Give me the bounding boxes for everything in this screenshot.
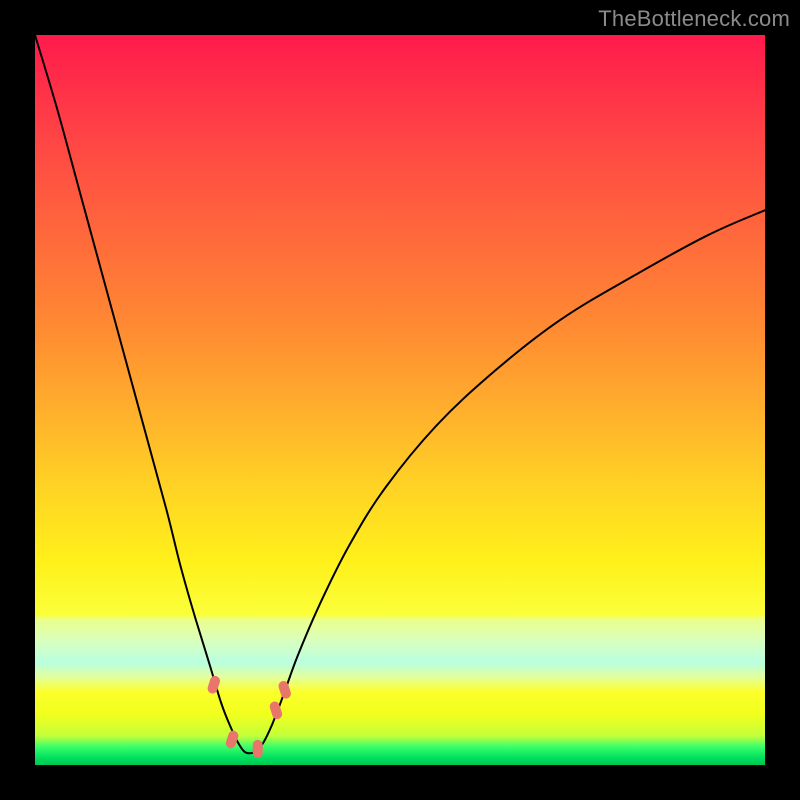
upper-right-marker (277, 680, 292, 700)
marker-group (206, 675, 292, 758)
plot-area (35, 35, 765, 765)
watermark-text: TheBottleneck.com (598, 6, 790, 32)
vertex-right-marker (253, 740, 263, 758)
left-slope-marker (206, 675, 221, 695)
curve-layer (35, 35, 765, 765)
chart-frame: TheBottleneck.com (0, 0, 800, 800)
bottleneck-curve (35, 35, 765, 753)
